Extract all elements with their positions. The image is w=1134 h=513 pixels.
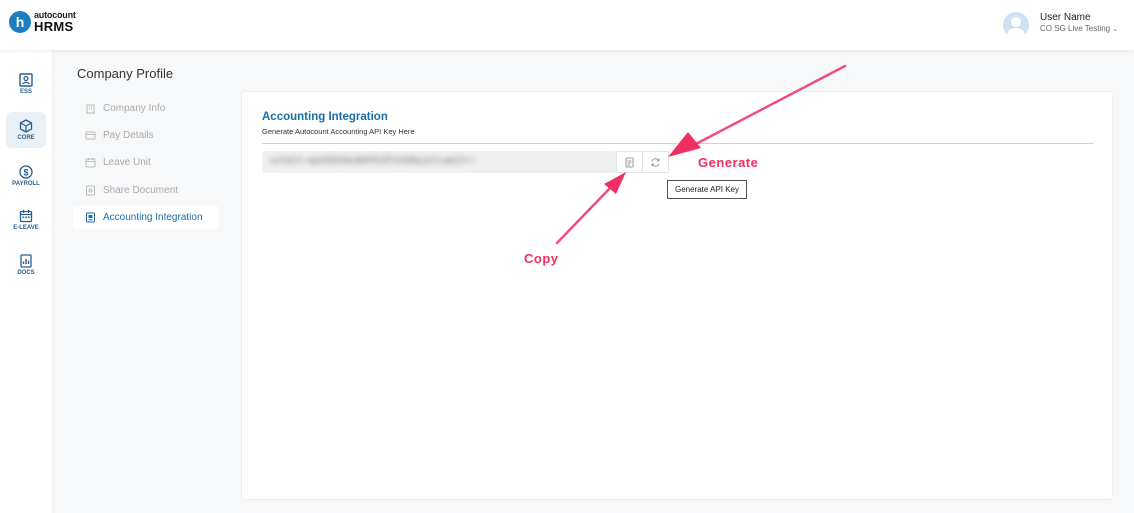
rail-label-eleave: E-LEAVE: [13, 225, 39, 231]
menu-item-accounting-integration[interactable]: Accounting Integration: [73, 206, 219, 229]
api-key-value: uvXeC3-mpASDXHmuNbPMiRfaVmNwjeYLwm23==: [270, 156, 476, 166]
menu-label: Share Document: [103, 185, 179, 196]
menu-item-pay-details[interactable]: Pay Details: [73, 124, 219, 147]
calendar-icon: [19, 210, 33, 223]
menu-label: Leave Unit: [103, 157, 151, 168]
generate-api-key-button[interactable]: [642, 151, 669, 173]
docs-icon: [20, 254, 32, 268]
api-key-field[interactable]: uvXeC3-mpASDXHmuNbPMiRfaVmNwjeYLwm23==: [262, 151, 617, 173]
rail-label-payroll: PAYROLL: [12, 181, 40, 187]
rail-item-docs[interactable]: DOCS: [6, 247, 46, 283]
user-name: User Name: [1040, 12, 1091, 23]
core-cube-icon: [19, 119, 33, 133]
share-doc-icon: [86, 185, 95, 196]
integration-icon: [86, 212, 95, 223]
module-rail: ESS CORE $ PAYROLL E-LEAVE DOCS: [0, 50, 53, 513]
copy-icon: [625, 157, 634, 167]
ess-icon: [19, 73, 33, 87]
app-logo[interactable]: h autocount HRMS: [9, 11, 76, 33]
divider: [262, 143, 1094, 144]
menu-label: Company Info: [103, 103, 166, 114]
logo-mark: h: [9, 11, 31, 33]
accounting-integration-card: Accounting Integration Generate Autocoun…: [241, 91, 1113, 500]
building-icon: [86, 104, 95, 114]
copy-button[interactable]: [616, 151, 643, 173]
logo-big-text: HRMS: [34, 19, 74, 34]
menu-label: Pay Details: [103, 130, 154, 141]
rail-item-ess[interactable]: ESS: [6, 66, 46, 102]
menu-item-company-info[interactable]: Company Info: [73, 97, 219, 120]
rail-item-payroll[interactable]: $ PAYROLL: [6, 158, 46, 194]
top-bar: h autocount HRMS User Name CO SG Live Te…: [0, 0, 1134, 50]
refresh-icon: [651, 157, 660, 167]
menu-label: Accounting Integration: [103, 212, 203, 223]
svg-text:$: $: [23, 167, 28, 177]
user-avatar-icon: [1003, 12, 1029, 38]
leave-icon: [85, 158, 96, 168]
page-title: Company Profile: [77, 66, 174, 81]
rail-label-core: CORE: [17, 135, 35, 141]
card-title: Accounting Integration: [262, 111, 388, 123]
pay-icon: [85, 131, 96, 140]
card-subtitle: Generate Autocount Accounting API Key He…: [262, 127, 415, 136]
menu-item-leave-unit[interactable]: Leave Unit: [73, 151, 219, 174]
rail-label-ess: ESS: [19, 89, 32, 95]
generate-annotation: Generate: [698, 155, 759, 170]
user-company: CO SG Live Testing: [1040, 24, 1111, 33]
user-menu[interactable]: User Name CO SG Live Testing ⌄: [1003, 12, 1118, 38]
rail-label-docs: DOCS: [17, 270, 35, 276]
dollar-icon: $: [19, 165, 33, 179]
generate-tooltip: Generate API Key: [667, 180, 747, 199]
copy-annotation: Copy: [524, 251, 559, 266]
menu-item-share-document[interactable]: Share Document: [73, 179, 219, 202]
rail-item-core[interactable]: CORE: [6, 112, 46, 148]
rail-item-eleave[interactable]: E-LEAVE: [6, 202, 46, 238]
chevron-down-icon: ⌄: [1112, 26, 1119, 33]
